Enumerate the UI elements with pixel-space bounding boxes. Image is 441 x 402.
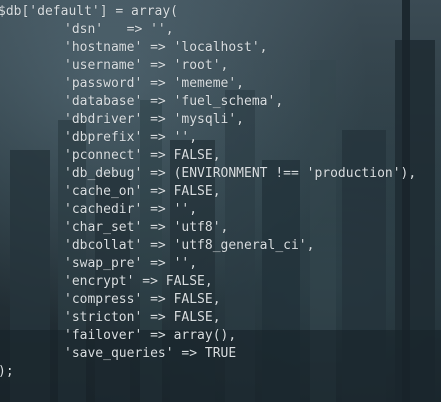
code-line: 'swap_pre' => '', (64, 256, 198, 271)
code-line: ); (0, 364, 14, 379)
code-line: 'dbcollat' => 'utf8_general_ci', (64, 238, 315, 253)
code-line: 'save_queries' => TRUE (64, 346, 237, 361)
code-line: 'dbprefix' => '', (64, 130, 198, 145)
code-block[interactable]: $db['default'] = array( 'dsn' => '', 'host… (0, 0, 416, 381)
code-line: 'cache_on' => FALSE, (64, 184, 221, 199)
code-line: 'hostname' => 'localhost', (64, 40, 268, 55)
code-line: 'dbdriver' => 'mysqli', (64, 112, 245, 127)
code-line: 'char_set' => 'utf8', (64, 220, 229, 235)
code-line: 'pconnect' => FALSE, (64, 148, 221, 163)
code-line: 'stricton' => FALSE, (64, 310, 221, 325)
code-line: $db['default'] = array( (0, 4, 179, 19)
code-editor[interactable]: $db['default'] = array( 'dsn' => '', 'host… (0, 0, 441, 402)
code-line: 'username' => 'root', (64, 58, 229, 73)
code-line: 'compress' => FALSE, (64, 292, 221, 307)
code-line: 'password' => 'mememe', (64, 76, 245, 91)
code-line: 'database' => 'fuel_schema', (64, 94, 284, 109)
code-line: 'cachedir' => '', (64, 202, 198, 217)
code-line: 'failover' => array(), (64, 328, 237, 343)
code-line: 'encrypt' => FALSE, (64, 274, 213, 289)
code-line: 'dsn' => '', (64, 22, 174, 37)
code-line: 'db_debug' => (ENVIRONMENT !== 'producti… (64, 166, 417, 181)
